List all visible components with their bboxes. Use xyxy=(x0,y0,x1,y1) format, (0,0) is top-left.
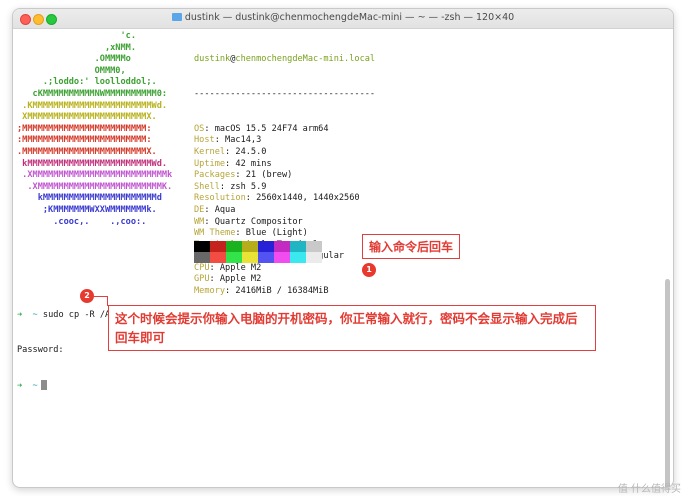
annotation-note-2: 这个时候会提示你输入电脑的开机密码，你正常输入就行，密码不会显示输入完成后回车即… xyxy=(108,305,596,351)
info-key: OS xyxy=(194,123,205,134)
ascii-apple-logo: 'c. ,xNMM. .OMMMMo OMMM0, .;loddo:' lool… xyxy=(17,31,172,228)
palette-swatch xyxy=(194,252,210,263)
palette-swatch xyxy=(306,252,322,263)
palette-swatch xyxy=(210,252,226,263)
palette-swatch xyxy=(194,241,210,252)
info-key: Packages xyxy=(194,170,236,181)
logo-line: .KMMMMMMMMMMMMMMMMMMMMMMMWd. xyxy=(17,100,168,111)
text-cursor xyxy=(40,379,47,390)
logo-line: OMMM0, xyxy=(17,65,126,76)
info-value: : 21 (brew) xyxy=(235,170,293,181)
info-row: Packages: 21 (brew) xyxy=(194,170,375,182)
info-key: CPU xyxy=(194,262,210,273)
prompt-arrow-icon: ➜ xyxy=(17,310,23,321)
annotation-badge-2: 2 xyxy=(80,289,94,303)
scrollbar-thumb[interactable] xyxy=(665,279,670,487)
logo-line: .XMMMMMMMMMMMMMMMMMMMMMMMMK. xyxy=(17,181,173,192)
info-value: : 24.5.0 xyxy=(225,146,267,157)
system-info: dustink@chenmochengdeMac-mini.local ----… xyxy=(194,31,375,321)
separator-line: ----------------------------------- xyxy=(194,88,376,99)
prompt-directory: ~ xyxy=(32,380,38,391)
info-value: : Apple M2 xyxy=(209,262,262,273)
info-row: WM Theme: Blue (Light) xyxy=(194,228,375,240)
logo-line: kMMMMMMMMMMMMMMMMMMMMMMMMWd. xyxy=(17,158,168,169)
info-key: Kernel xyxy=(194,146,226,157)
logo-line: .OMMMMo xyxy=(17,54,131,65)
current-prompt-line: ➜ ~ xyxy=(17,379,357,393)
info-value: : Apple M2 xyxy=(209,274,262,285)
annotation-note-1: 输入命令后回车 xyxy=(362,234,461,259)
info-value: : Quartz Compositor xyxy=(204,216,303,227)
info-key: WM xyxy=(194,216,205,227)
info-key: Shell xyxy=(194,181,220,192)
logo-line: ;MMMMMMMMMMMMMMMMMMMMMMMM: xyxy=(17,123,152,134)
info-row: Shell: zsh 5.9 xyxy=(194,182,375,194)
info-row: OS: macOS 15.5 24F74 arm64 xyxy=(194,124,375,136)
info-key: Host xyxy=(194,135,215,146)
prompt-directory: ~ xyxy=(32,310,38,321)
palette-swatch xyxy=(306,241,322,252)
username: dustink xyxy=(194,54,231,65)
logo-line: cKMMMMMMMMMMNWMMMMMMMMMM0: xyxy=(17,88,168,99)
hostname: chenmochengdeMac-mini.local xyxy=(235,54,376,65)
palette-swatch xyxy=(290,252,306,263)
info-row: Uptime: 42 mins xyxy=(194,159,375,171)
info-key: WM Theme xyxy=(194,228,236,239)
palette-swatch xyxy=(290,241,306,252)
info-key: Resolution xyxy=(194,193,246,204)
logo-line: .XMMMMMMMMMMMMMMMMMMMMMMMMMMk xyxy=(17,170,173,181)
color-palette xyxy=(194,241,322,263)
annotation-badge-1: 1 xyxy=(362,263,376,277)
title-bar: dustink — dustink@chenmochengdeMac-mini … xyxy=(13,9,673,29)
logo-line: .;loddo:' loolloddol;. xyxy=(17,77,157,88)
terminal-window: dustink — dustink@chenmochengdeMac-mini … xyxy=(12,8,674,488)
info-row: GPU: Apple M2 xyxy=(194,274,375,286)
logo-line: :MMMMMMMMMMMMMMMMMMMMMMMM: xyxy=(17,135,152,146)
logo-line: 'c. xyxy=(17,31,136,41)
palette-swatch xyxy=(226,241,242,252)
logo-line: XMMMMMMMMMMMMMMMMMMMMMMMX. xyxy=(17,112,157,123)
info-key: DE xyxy=(194,204,205,215)
user-host-line: dustink@chenmochengdeMac-mini.local xyxy=(194,54,375,66)
info-value: : Mac14,3 xyxy=(214,135,262,146)
info-row: WM: Quartz Compositor xyxy=(194,217,375,229)
logo-line: .MMMMMMMMMMMMMMMMMMMMMMMMX. xyxy=(17,146,157,157)
window-title: dustink — dustink@chenmochengdeMac-mini … xyxy=(184,12,515,23)
logo-line: ,xNMM. xyxy=(17,42,136,53)
info-row: Resolution: 2560x1440, 1440x2560 xyxy=(194,193,375,205)
info-row: Host: Mac14,3 xyxy=(194,135,375,147)
info-value: : 42 mins xyxy=(225,158,272,169)
info-key: Uptime xyxy=(194,158,226,169)
info-key: GPU xyxy=(194,274,210,285)
info-value: : 2560x1440, 1440x2560 xyxy=(245,193,360,204)
logo-line: .cooc,. .,coo:. xyxy=(17,216,147,227)
watermark: 值 什么值得买 xyxy=(617,484,681,495)
logo-line: ;KMMMMMMMWXXWMMMMMMMk. xyxy=(17,204,157,215)
palette-swatch xyxy=(242,241,258,252)
prompt-arrow-icon: ➜ xyxy=(17,380,23,391)
info-row: CPU: Apple M2 xyxy=(194,263,375,275)
info-value: : macOS 15.5 24F74 arm64 xyxy=(204,123,329,134)
palette-swatch xyxy=(258,252,274,263)
annotation-leader-2 xyxy=(94,296,108,297)
window-title-container: dustink — dustink@chenmochengdeMac-mini … xyxy=(13,12,673,23)
palette-swatch xyxy=(274,241,290,252)
folder-icon xyxy=(171,13,182,21)
palette-swatch xyxy=(274,252,290,263)
info-value: : zsh 5.9 xyxy=(219,181,267,192)
info-row: DE: Aqua xyxy=(194,205,375,217)
info-value: : Blue (Light) xyxy=(235,228,308,239)
terminal-content[interactable]: 'c. ,xNMM. .OMMMMo OMMM0, .;loddo:' lool… xyxy=(13,29,673,487)
palette-swatch xyxy=(210,241,226,252)
info-value: : Aqua xyxy=(204,204,236,215)
palette-swatch xyxy=(258,241,274,252)
palette-swatch xyxy=(226,252,242,263)
palette-swatch xyxy=(242,252,258,263)
info-row: Kernel: 24.5.0 xyxy=(194,147,375,159)
logo-line: kMMMMMMMMMMMMMMMMMMMMMMd xyxy=(17,193,162,204)
